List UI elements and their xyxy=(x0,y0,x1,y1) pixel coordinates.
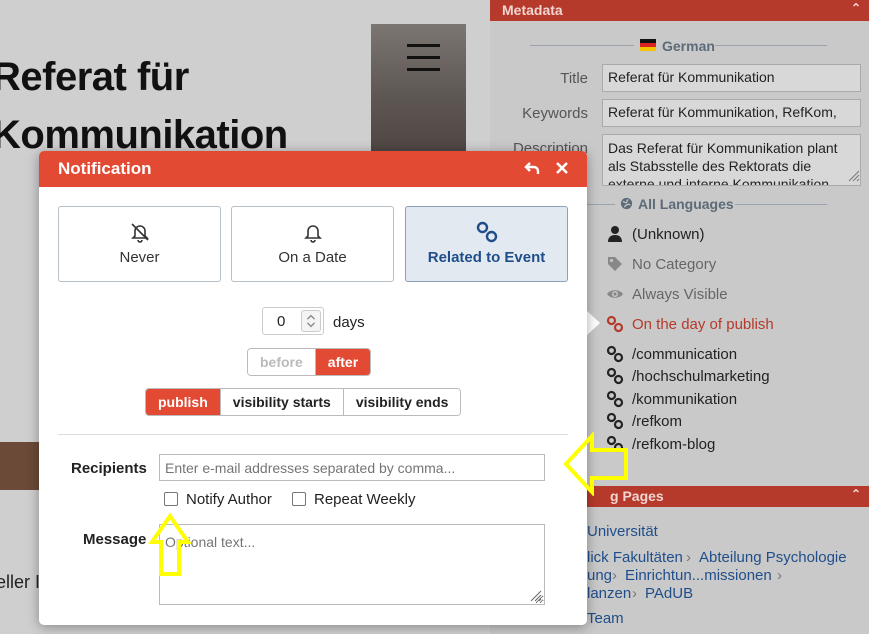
checkbox-box[interactable] xyxy=(164,492,178,506)
metadata-header[interactable]: Metadata ⌃ xyxy=(490,0,869,21)
before-button[interactable]: before xyxy=(248,349,315,375)
close-icon[interactable] xyxy=(553,159,571,177)
link-icon xyxy=(606,390,624,408)
never-option[interactable]: Never xyxy=(58,206,221,282)
related-to-event-option[interactable]: Related to Event xyxy=(405,206,568,282)
days-stepper[interactable]: 0 xyxy=(262,307,324,335)
link-icon xyxy=(476,221,497,243)
chevron-up-icon[interactable]: ⌃ xyxy=(851,1,861,15)
keywords-field[interactable]: Referat für Kommunikation, RefKom, xyxy=(602,99,861,127)
after-button[interactable]: after xyxy=(314,349,371,375)
bell-slash-icon xyxy=(130,223,149,243)
metadata-header-label: Metadata xyxy=(502,2,563,18)
breadcrumb-separator: › xyxy=(686,549,691,566)
visibility-ends-button[interactable]: visibility ends xyxy=(342,389,461,415)
alias-item[interactable]: /kommunikation xyxy=(632,391,737,408)
linking-page-item[interactable]: ung xyxy=(587,567,612,584)
visibility-value[interactable]: Always Visible xyxy=(632,286,728,303)
divider-line xyxy=(715,45,827,46)
content-image xyxy=(0,442,40,490)
linking-page-item[interactable]: Universität xyxy=(587,523,658,540)
linking-page-item[interactable]: PAdUB xyxy=(645,585,693,602)
breadcrumb-separator: › xyxy=(632,585,637,602)
recipients-label: Recipients xyxy=(71,460,147,477)
bell-icon xyxy=(303,225,322,243)
resize-grip-icon[interactable] xyxy=(846,168,860,182)
eye-icon xyxy=(607,290,623,298)
message-textarea[interactable] xyxy=(159,524,545,605)
dialog-header: Notification xyxy=(39,151,587,187)
related-to-event-label: Related to Event xyxy=(427,249,546,266)
undo-icon[interactable] xyxy=(523,159,541,177)
highlight-arrow-left-icon xyxy=(563,432,628,496)
title-field[interactable]: Referat für Kommunikation xyxy=(602,64,861,92)
notification-dialog: Notification Never On a Date Related to … xyxy=(39,151,587,625)
linking-page-item[interactable]: lanzen xyxy=(587,585,631,602)
category-value[interactable]: No Category xyxy=(632,256,716,273)
hamburger-menu-icon[interactable] xyxy=(407,44,440,72)
link-icon xyxy=(606,367,624,385)
highlight-arrow-up-icon xyxy=(148,512,192,576)
linking-page-item[interactable]: lick Fakultäten xyxy=(587,549,683,566)
user-icon xyxy=(608,226,622,242)
checkbox-box[interactable] xyxy=(292,492,306,506)
event-type-toggle: publish visibility starts visibility end… xyxy=(145,388,462,416)
days-value: 0 xyxy=(277,313,286,330)
on-a-date-option[interactable]: On a Date xyxy=(231,206,394,282)
never-label: Never xyxy=(119,249,160,266)
breadcrumb-separator: › xyxy=(777,567,782,584)
on-a-date-label: On a Date xyxy=(278,249,347,266)
link-icon xyxy=(606,345,624,363)
alias-item[interactable]: /hochschulmarketing xyxy=(632,368,770,385)
page-text-fragment: eller I xyxy=(0,572,41,592)
language-label: German xyxy=(662,38,715,54)
breadcrumb-separator: › xyxy=(612,567,617,584)
alias-item[interactable]: /refkom xyxy=(632,413,682,430)
repeat-weekly-label: Repeat Weekly xyxy=(314,491,416,508)
notify-author-label: Notify Author xyxy=(186,491,272,508)
linking-page-item[interactable]: Team xyxy=(587,610,624,627)
german-flag-icon xyxy=(640,39,656,51)
author-value[interactable]: (Unknown) xyxy=(632,226,705,243)
before-after-toggle: before after xyxy=(247,348,372,376)
publish-button[interactable]: publish xyxy=(146,389,220,415)
link-icon xyxy=(606,315,624,333)
modal-pointer xyxy=(586,310,600,336)
dialog-title: Notification xyxy=(58,159,152,178)
notify-author-checkbox[interactable]: Notify Author xyxy=(164,491,272,508)
visibility-starts-button[interactable]: visibility starts xyxy=(219,389,343,415)
message-label: Message xyxy=(83,531,147,548)
publish-rule-value[interactable]: On the day of publish xyxy=(632,316,774,333)
days-label: days xyxy=(333,314,365,331)
all-languages-label: All Languages xyxy=(638,196,734,212)
globe-icon xyxy=(620,197,633,210)
repeat-weekly-checkbox[interactable]: Repeat Weekly xyxy=(292,491,415,508)
alias-item[interactable]: /communication xyxy=(632,346,737,363)
alias-item[interactable]: /refkom-blog xyxy=(632,436,715,453)
page-heading-line-1: Referat für xyxy=(0,55,189,99)
keywords-label: Keywords xyxy=(522,105,588,122)
linking-page-item[interactable]: Einrichtun...missionen xyxy=(625,567,772,584)
description-field[interactable]: Das Referat für Kommunikation plant als … xyxy=(602,134,861,186)
divider xyxy=(58,434,568,435)
title-label: Title xyxy=(560,70,588,87)
stepper-arrows-icon[interactable] xyxy=(301,310,321,332)
resize-grip-icon[interactable] xyxy=(528,588,542,602)
chevron-up-icon[interactable]: ⌃ xyxy=(851,487,861,501)
link-icon xyxy=(606,412,624,430)
divider-line xyxy=(735,204,827,205)
recipients-input[interactable] xyxy=(159,454,545,481)
linking-page-item[interactable]: Abteilung Psychologie xyxy=(699,549,847,566)
tag-icon xyxy=(608,257,622,271)
divider-line xyxy=(530,45,634,46)
